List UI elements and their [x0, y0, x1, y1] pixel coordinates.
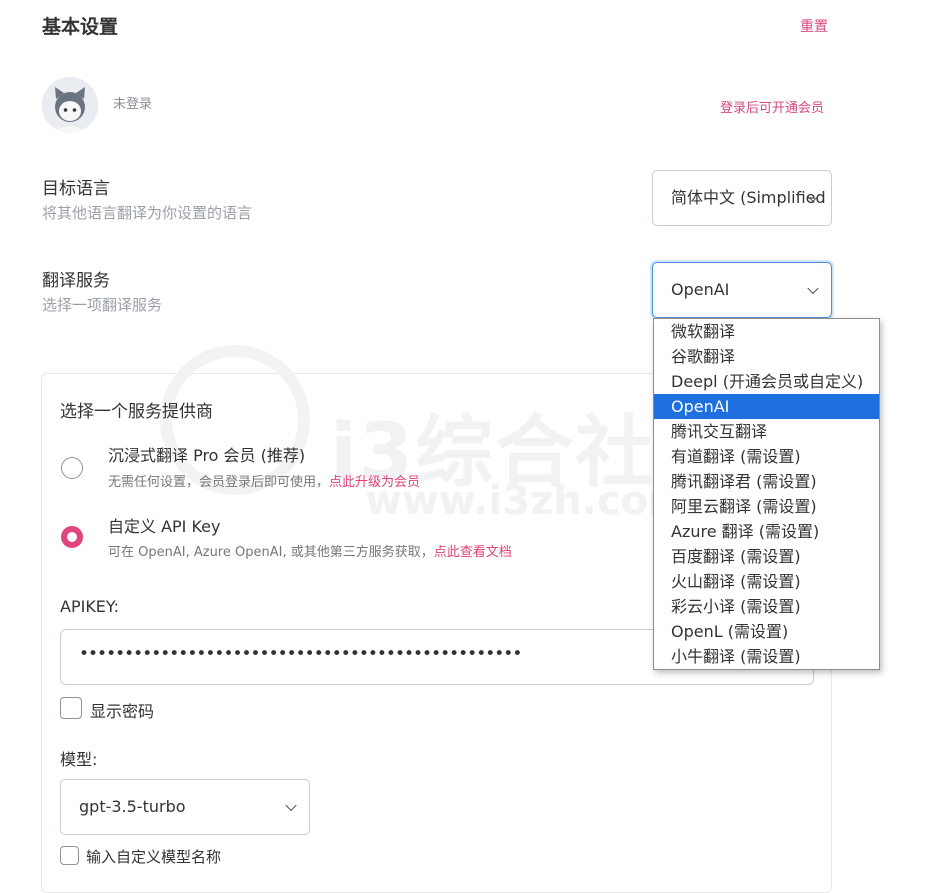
service-option-tencent-interactive[interactable]: 腾讯交互翻译 [654, 419, 879, 444]
service-option-deepl[interactable]: Deepl (开通会员或自定义) [654, 369, 879, 394]
show-password-label: 显示密码 [90, 702, 155, 721]
login-upgrade-link[interactable]: 登录后可开通会员 [720, 97, 824, 116]
service-option-volcano[interactable]: 火山翻译 (需设置) [654, 569, 879, 594]
translation-service-label: 翻译服务 [42, 271, 110, 291]
target-language-label: 目标语言 [42, 179, 110, 199]
service-option-microsoft[interactable]: 微软翻译 [654, 319, 879, 344]
provider-pro-radio[interactable] [61, 457, 83, 479]
chevron-down-icon [285, 799, 297, 812]
apikey-label: APIKEY: [60, 597, 119, 616]
provider-custom-title: 自定义 API Key [108, 517, 221, 536]
translation-service-value: OpenAI [671, 280, 730, 299]
translation-service-dropdown: 微软翻译 谷歌翻译 Deepl (开通会员或自定义) OpenAI 腾讯交互翻译… [653, 318, 880, 670]
upgrade-membership-link[interactable]: 点此升级为会员 [329, 475, 420, 490]
translation-service-select[interactable]: OpenAI [652, 262, 832, 318]
service-option-tencent-tmt[interactable]: 腾讯翻译君 (需设置) [654, 469, 879, 494]
show-password-checkbox[interactable] [60, 697, 82, 719]
provider-pro-desc-text: 无需任何设置，会员登录后即可使用， [108, 475, 330, 490]
model-select[interactable]: gpt-3.5-turbo [60, 779, 310, 835]
view-docs-link[interactable]: 点此查看文档 [434, 545, 512, 560]
model-value: gpt-3.5-turbo [79, 797, 186, 816]
service-option-youdao[interactable]: 有道翻译 (需设置) [654, 444, 879, 469]
target-language-select[interactable]: 简体中文 (Simplified Chinese) [652, 170, 832, 226]
service-option-baidu[interactable]: 百度翻译 (需设置) [654, 544, 879, 569]
login-status: 未登录 [113, 97, 153, 112]
translation-service-description: 选择一项翻译服务 [42, 296, 163, 314]
provider-custom-desc-text: 可在 OpenAI, Azure OpenAI, 或其他第三方服务获取， [108, 545, 434, 560]
provider-custom-description: 可在 OpenAI, Azure OpenAI, 或其他第三方服务获取，点此查看… [108, 541, 512, 560]
page-title: 基本设置 [42, 16, 119, 38]
target-language-description: 将其他语言翻译为你设置的语言 [42, 204, 253, 222]
chevron-down-icon [807, 282, 819, 295]
service-option-aliyun[interactable]: 阿里云翻译 (需设置) [654, 494, 879, 519]
service-option-google[interactable]: 谷歌翻译 [654, 344, 879, 369]
avatar[interactable] [42, 77, 98, 133]
custom-model-checkbox[interactable] [60, 846, 79, 865]
provider-heading: 选择一个服务提供商 [60, 402, 213, 422]
provider-pro-title: 沉浸式翻译 Pro 会员 (推荐) [108, 446, 306, 465]
user-avatar-icon [42, 77, 98, 133]
provider-pro-description: 无需任何设置，会员登录后即可使用，点此升级为会员 [108, 471, 420, 490]
apikey-value: ••••••••••••••••••••••••••••••••••••••••… [79, 644, 522, 664]
reset-button[interactable]: 重置 [800, 16, 828, 36]
service-option-azure[interactable]: Azure 翻译 (需设置) [654, 519, 879, 544]
service-option-caiyun[interactable]: 彩云小译 (需设置) [654, 594, 879, 619]
provider-custom-radio[interactable] [61, 526, 83, 548]
service-option-niutrans[interactable]: 小牛翻译 (需设置) [654, 644, 879, 669]
service-option-openl[interactable]: OpenL (需设置) [654, 619, 879, 644]
custom-model-label: 输入自定义模型名称 [86, 848, 222, 866]
service-option-openai[interactable]: OpenAI [654, 394, 879, 419]
model-label: 模型: [60, 750, 98, 769]
